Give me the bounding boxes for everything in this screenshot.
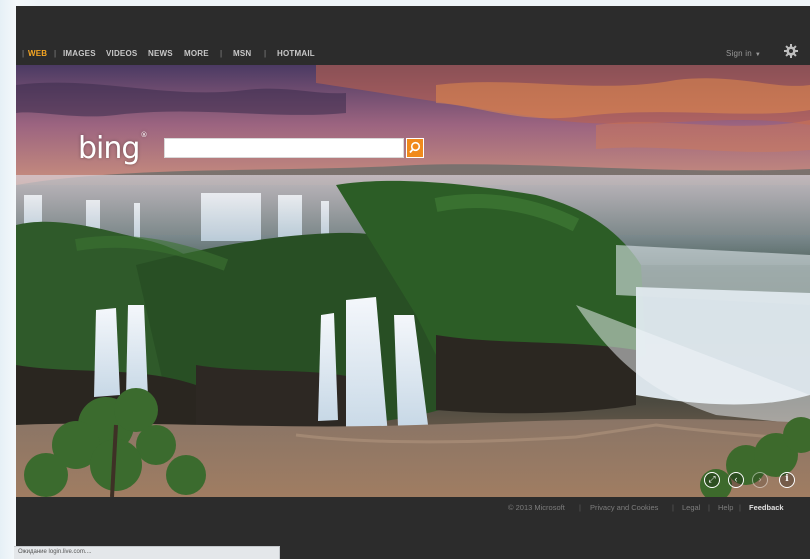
footer-legal-link[interactable]: Legal [682, 503, 700, 512]
homepage-background-image: bing® ⤢ ‹ › i [16, 65, 810, 497]
nav-separator: | [22, 49, 25, 58]
gear-icon[interactable] [783, 43, 799, 59]
nav-msn[interactable]: MSN [233, 49, 251, 58]
next-icon[interactable]: › [752, 472, 768, 488]
trademark: ® [140, 131, 147, 139]
search-input[interactable] [164, 138, 404, 158]
sign-in-label: Sign in [726, 49, 752, 58]
footer-privacy-link[interactable]: Privacy and Cookies [590, 503, 658, 512]
prev-icon[interactable]: ‹ [728, 472, 744, 488]
nav-web[interactable]: WEB [28, 49, 47, 58]
search-button[interactable] [406, 138, 424, 158]
nav-separator: | [264, 49, 267, 58]
nav-separator: | [220, 49, 223, 58]
nav-videos[interactable]: VIDEOS [106, 49, 137, 58]
copyright: © 2013 Microsoft [508, 503, 565, 512]
footer-help-link[interactable]: Help [718, 503, 733, 512]
footer-separator: | [708, 503, 710, 512]
sign-in-link[interactable]: Sign in ▼ [726, 49, 761, 58]
footer-separator: | [672, 503, 674, 512]
nav-more[interactable]: MORE [184, 49, 209, 58]
status-text: Ожидание login.live.com.... [18, 549, 92, 555]
top-nav: | WEB | IMAGES VIDEOS NEWS MORE | MSN | … [16, 43, 810, 64]
waterfall-scene [16, 65, 810, 497]
feedback-link[interactable]: Feedback [749, 503, 784, 512]
bing-logo: bing® [78, 131, 147, 166]
nav-images[interactable]: IMAGES [63, 49, 96, 58]
expand-icon[interactable]: ⤢ [704, 472, 720, 488]
info-icon[interactable]: i [779, 472, 795, 488]
nav-separator: | [54, 49, 57, 58]
browser-page: | WEB | IMAGES VIDEOS NEWS MORE | MSN | … [16, 6, 810, 559]
footer-separator: | [739, 503, 741, 512]
chevron-down-icon: ▼ [754, 52, 762, 58]
logo-text: bing [78, 131, 140, 166]
footer: © 2013 Microsoft | Privacy and Cookies |… [16, 503, 810, 519]
footer-separator: | [579, 503, 581, 512]
nav-hotmail[interactable]: HOTMAIL [277, 49, 315, 58]
status-bar: Ожидание login.live.com.... [14, 546, 280, 559]
search-icon [409, 141, 421, 154]
nav-news[interactable]: NEWS [148, 49, 173, 58]
